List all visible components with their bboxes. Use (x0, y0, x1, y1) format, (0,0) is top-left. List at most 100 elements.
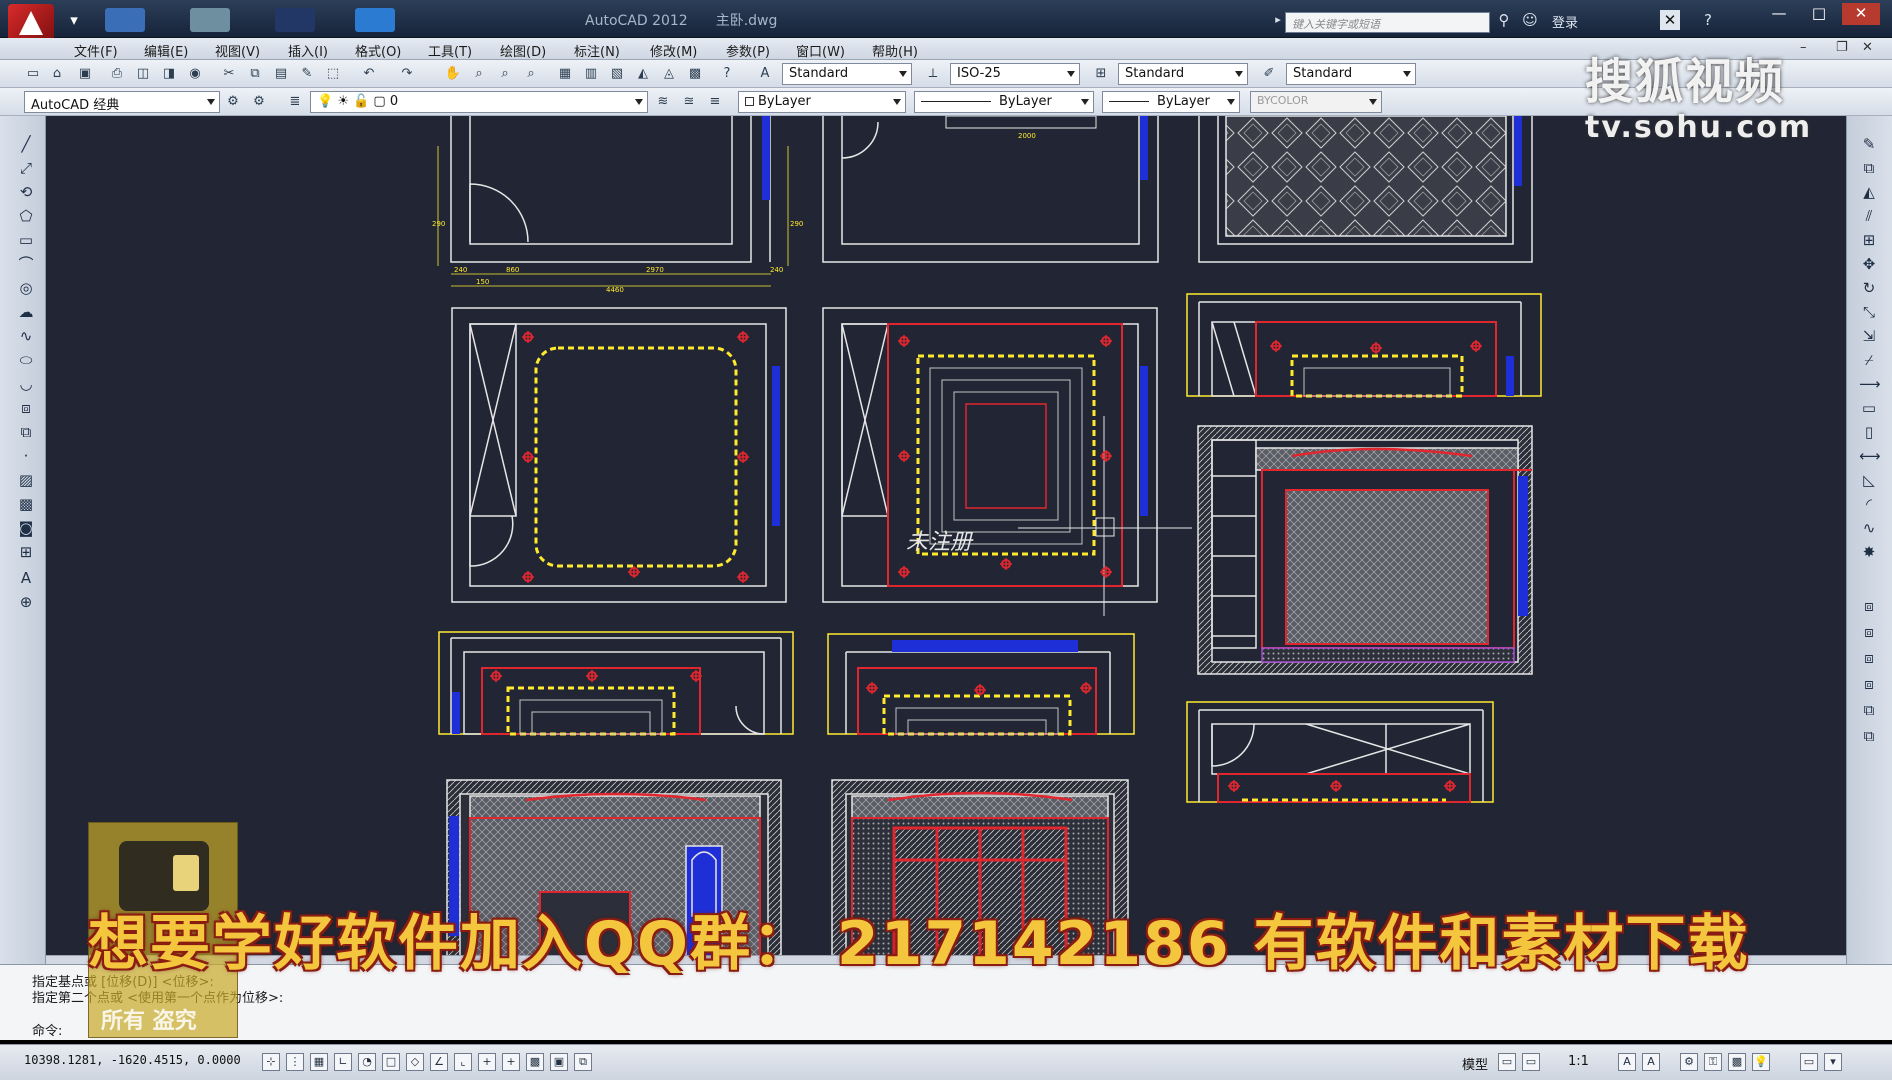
offset-icon[interactable]: ⫽ (1859, 206, 1879, 226)
chamfer-icon[interactable]: ◺ (1859, 470, 1879, 490)
3d-object-snap-icon[interactable]: ◇ (406, 1053, 424, 1071)
drawing-canvas[interactable]: 240 860 2970 240 150 4460 290 290 2000 未… (46, 116, 1846, 964)
break-at-point-icon[interactable]: ▭ (1859, 398, 1879, 418)
multileader-style-icon[interactable]: ✐ (1260, 65, 1278, 83)
layer-state-icon[interactable]: ≡ (706, 93, 724, 111)
break-icon[interactable]: ▯ (1859, 422, 1879, 442)
close-button[interactable]: ✕ (1842, 3, 1880, 25)
annotation-visibility-icon[interactable]: A (1618, 1053, 1636, 1071)
sheet-set-icon[interactable]: ◭ (634, 65, 652, 83)
properties-icon[interactable]: ▦ (556, 65, 574, 83)
table-style-select[interactable]: Standard (1118, 63, 1248, 85)
layer-previous-icon[interactable]: ≊ (680, 93, 698, 111)
workspace-settings-icon[interactable]: ⚙ (224, 93, 242, 111)
menu-parametric[interactable]: 参数(P) (726, 41, 770, 60)
snap-mode-icon[interactable]: ⋮ (286, 1053, 304, 1071)
ortho-mode-icon[interactable]: ∟ (334, 1053, 352, 1071)
coordinate-readout[interactable]: 10398.1281, -1620.4515, 0.0000 (24, 1053, 241, 1067)
multileader-style-select[interactable]: Standard (1286, 63, 1416, 85)
layer-manager-icon[interactable]: ≣ (286, 93, 304, 111)
ellipse-arc-icon[interactable]: ◡ (16, 374, 36, 394)
blend-curves-icon[interactable]: ∿ (1859, 518, 1879, 538)
scale-icon[interactable]: ⤡ (1859, 302, 1879, 322)
draworder-front-icon[interactable]: ⧈ (1859, 596, 1879, 616)
publish-icon[interactable]: ◨ (160, 65, 178, 83)
taskbar-app-icon[interactable] (190, 8, 230, 32)
move-icon[interactable]: ✥ (1859, 254, 1879, 274)
grid-display-icon[interactable]: ▦ (310, 1053, 328, 1071)
quick-access-dropdown-icon[interactable]: ▾ (64, 10, 84, 30)
exchange-icon[interactable]: ✕ (1660, 10, 1680, 30)
lineweight-toggle-icon[interactable]: + (502, 1053, 520, 1071)
block-editor-icon[interactable]: ⬚ (324, 65, 342, 83)
menu-insert[interactable]: 插入(I) (288, 41, 328, 60)
3d-dwf-icon[interactable]: ◉ (186, 65, 204, 83)
make-block-icon[interactable]: ⧉ (16, 422, 36, 442)
paste-icon[interactable]: ▤ (272, 65, 290, 83)
menu-help[interactable]: 帮助(H) (872, 41, 918, 60)
text-to-front-icon[interactable]: ⧉ (1859, 700, 1879, 720)
multiline-text-icon[interactable]: A (16, 568, 36, 588)
zoom-previous-icon[interactable]: ⌕ (522, 65, 540, 83)
hatch-to-back-icon[interactable]: ⧉ (1859, 726, 1879, 746)
insert-block-icon[interactable]: ⧈ (16, 398, 36, 418)
menu-view[interactable]: 视图(V) (215, 41, 260, 60)
pan-icon[interactable]: ✋ (444, 65, 462, 83)
gradient-icon[interactable]: ▩ (16, 494, 36, 514)
search-input[interactable]: 键入关键字或短语 (1285, 12, 1490, 33)
help-icon[interactable]: ? (1698, 10, 1718, 30)
menu-edit[interactable]: 编辑(E) (144, 41, 188, 60)
polar-tracking-icon[interactable]: ◔ (358, 1053, 376, 1071)
menu-dimension[interactable]: 标注(N) (574, 41, 620, 60)
dim-style-icon[interactable]: ⟂ (924, 65, 942, 83)
print-icon[interactable]: ⎙ (108, 65, 126, 83)
array-icon[interactable]: ⊞ (1859, 230, 1879, 250)
hatch-icon[interactable]: ▨ (16, 470, 36, 490)
doc-close-button[interactable]: ✕ (1862, 40, 1873, 55)
dynamic-input-icon[interactable]: + (478, 1053, 496, 1071)
lineweight-select[interactable]: ByLayer (1102, 91, 1240, 113)
text-style-select[interactable]: Standard (782, 63, 912, 85)
workspace-toolbar-icon[interactable]: ⚙ (250, 93, 268, 111)
workspace-switching-icon[interactable]: ⚙ (1680, 1053, 1698, 1071)
text-style-icon[interactable]: A (756, 65, 774, 83)
rotate-icon[interactable]: ↻ (1859, 278, 1879, 298)
draworder-above-icon[interactable]: ⧈ (1859, 648, 1879, 668)
save-icon[interactable]: ▣ (76, 65, 94, 83)
dynamic-ucs-icon[interactable]: ⌞ (454, 1053, 472, 1071)
match-properties-icon[interactable]: ✎ (298, 65, 316, 83)
object-snap-icon[interactable]: □ (382, 1053, 400, 1071)
fillet-icon[interactable]: ◜ (1859, 494, 1879, 514)
quick-view-layouts-icon[interactable]: ▭ (1498, 1053, 1516, 1071)
user-icon[interactable]: ☺ (1520, 10, 1540, 30)
table-style-icon[interactable]: ⊞ (1092, 65, 1110, 83)
add-selected-icon[interactable]: ⊕ (16, 592, 36, 612)
explode-icon[interactable]: ✸ (1859, 542, 1879, 562)
isolate-objects-icon[interactable]: 💡 (1752, 1053, 1770, 1071)
region-icon[interactable]: ◙ (16, 518, 36, 538)
object-snap-tracking-icon[interactable]: ∠ (430, 1053, 448, 1071)
clean-screen-icon[interactable]: ▭ (1800, 1053, 1818, 1071)
design-center-icon[interactable]: ▥ (582, 65, 600, 83)
spline-icon[interactable]: ∿ (16, 326, 36, 346)
plot-preview-icon[interactable]: ◫ (134, 65, 152, 83)
maximize-button[interactable]: □ (1800, 3, 1838, 25)
menu-draw[interactable]: 绘图(D) (500, 41, 546, 60)
new-file-icon[interactable]: ▭ (24, 65, 42, 83)
tool-palettes-icon[interactable]: ▧ (608, 65, 626, 83)
ellipse-icon[interactable]: ⬭ (16, 350, 36, 370)
quickcalc-icon[interactable]: ▩ (686, 65, 704, 83)
help-toolbar-icon[interactable]: ? (718, 65, 736, 83)
undo-icon[interactable]: ↶ (360, 65, 378, 83)
dim-style-select[interactable]: ISO-25 (950, 63, 1080, 85)
point-icon[interactable]: · (16, 446, 36, 466)
arc-icon[interactable]: ⌒ (16, 254, 36, 274)
command-prompt[interactable]: 命令: (32, 1020, 62, 1039)
menu-window[interactable]: 窗口(W) (796, 41, 845, 60)
menu-modify[interactable]: 修改(M) (650, 41, 697, 60)
cut-icon[interactable]: ✂ (220, 65, 238, 83)
status-bar-menu-icon[interactable]: ▾ (1824, 1053, 1842, 1071)
draworder-back-icon[interactable]: ⧈ (1859, 622, 1879, 642)
taskbar-app-icon[interactable] (275, 8, 315, 32)
copy-object-icon[interactable]: ⧉ (1859, 158, 1879, 178)
